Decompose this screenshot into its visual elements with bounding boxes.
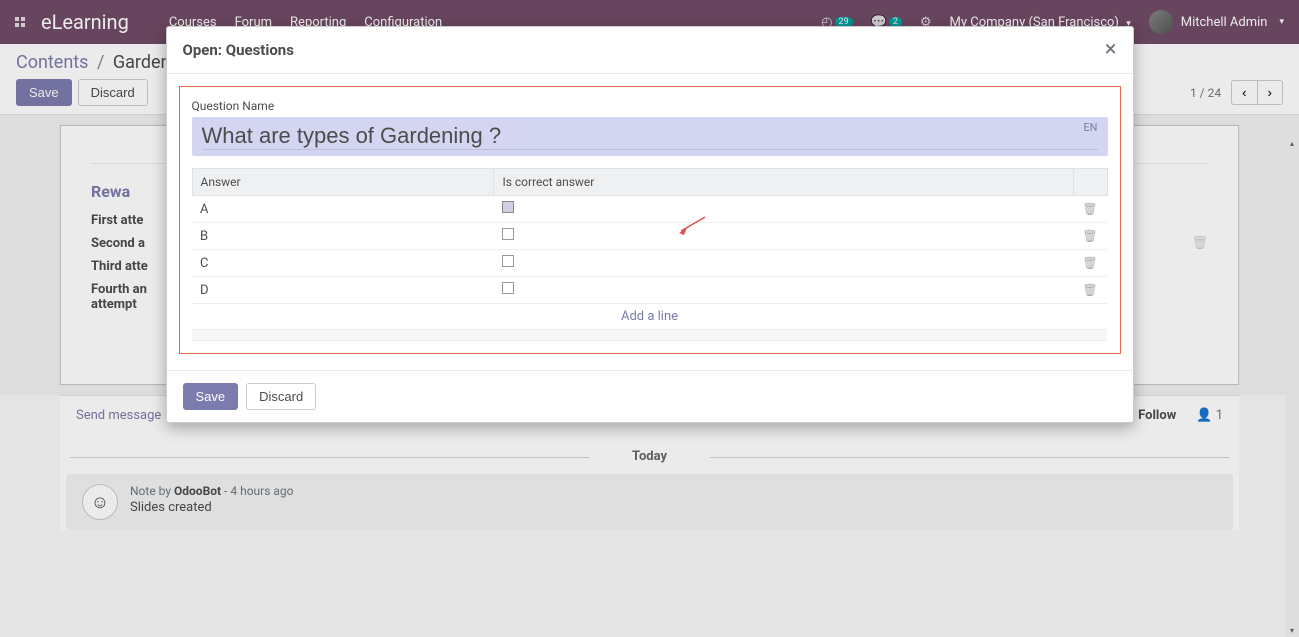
correct-checkbox[interactable]	[502, 282, 514, 294]
trash-icon[interactable]: 🗑	[1082, 283, 1097, 297]
answer-cell[interactable]: A	[192, 196, 494, 223]
answer-cell[interactable]: B	[192, 223, 494, 250]
modal-sheet: Question Name EN Answer Is correct answe…	[179, 86, 1121, 354]
close-icon[interactable]: ×	[1105, 39, 1117, 61]
table-row[interactable]: D 🗑	[192, 277, 1107, 304]
trash-icon[interactable]: 🗑	[1082, 256, 1097, 270]
modal-title: Open: Questions	[183, 41, 294, 59]
question-input-wrap: EN	[192, 117, 1108, 156]
table-row[interactable]: C 🗑	[192, 250, 1107, 277]
col-header-delete	[1073, 169, 1107, 196]
question-name-input[interactable]	[202, 123, 1098, 150]
trash-icon[interactable]: 🗑	[1082, 229, 1097, 243]
answers-table: Answer Is correct answer A 🗑 B 🗑	[192, 168, 1108, 341]
answer-cell[interactable]: C	[192, 250, 494, 277]
add-line-row[interactable]: Add a line	[192, 304, 1107, 330]
modal-questions: Open: Questions × Question Name EN Answe…	[166, 26, 1134, 423]
add-line-link[interactable]: Add a line	[621, 309, 678, 324]
col-header-answer: Answer	[192, 169, 494, 196]
modal-save-button[interactable]: Save	[183, 383, 239, 410]
correct-checkbox[interactable]	[502, 255, 514, 267]
correct-checkbox[interactable]	[502, 228, 514, 240]
correct-checkbox[interactable]	[502, 201, 514, 213]
table-row[interactable]: B 🗑	[192, 223, 1107, 250]
modal-discard-button[interactable]: Discard	[246, 383, 316, 410]
trash-icon[interactable]: 🗑	[1082, 202, 1097, 216]
question-name-label: Question Name	[192, 99, 1108, 113]
col-header-correct: Is correct answer	[494, 169, 1073, 196]
table-row[interactable]: A 🗑	[192, 196, 1107, 223]
answer-cell[interactable]: D	[192, 277, 494, 304]
language-badge[interactable]: EN	[1083, 121, 1097, 134]
